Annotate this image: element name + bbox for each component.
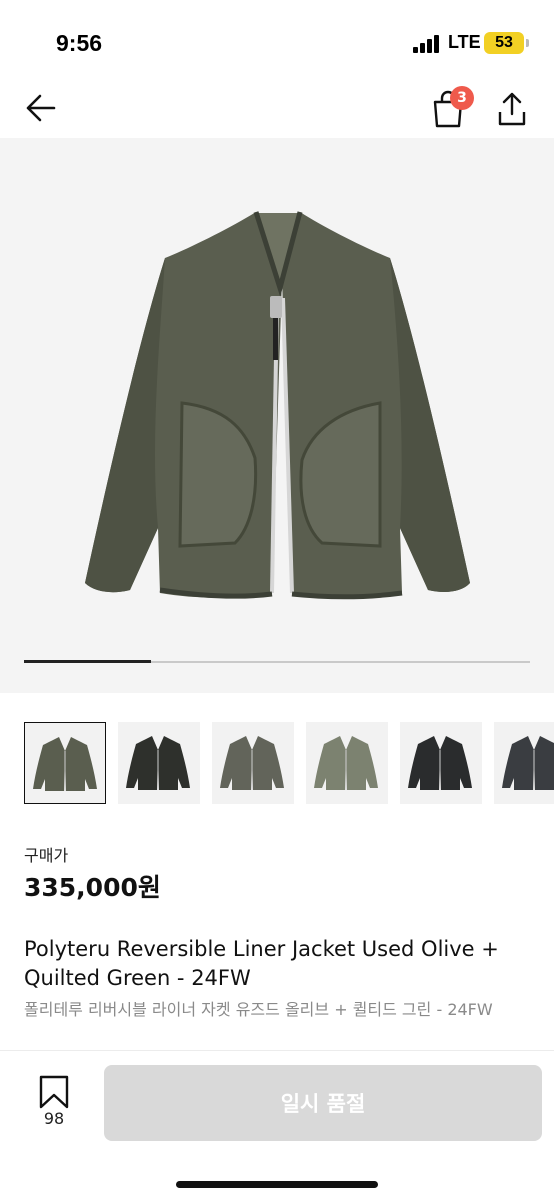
thumbnail-jacket-image — [408, 736, 472, 790]
home-indicator — [176, 1181, 378, 1188]
thumbnail-jacket-image — [33, 737, 97, 791]
thumbnail-2[interactable] — [118, 722, 200, 804]
bookmark-count: 98 — [43, 1109, 65, 1128]
price-label: 구매가 — [24, 846, 69, 865]
battery-level: 53 — [495, 34, 513, 51]
network-label: LTE — [448, 32, 481, 52]
price-value: 335,000원 — [24, 873, 161, 902]
gallery-progress-fill — [24, 660, 151, 663]
top-nav: 3 — [0, 78, 554, 138]
status-time: 9:56 — [56, 30, 103, 56]
thumbnail-jacket-image — [126, 736, 190, 790]
thumbnail-jacket-image — [314, 736, 378, 790]
status-bar: 9:56 LTE 53 — [0, 0, 554, 88]
product-image-gallery[interactable] — [0, 138, 554, 693]
gallery-progress-track — [24, 660, 530, 663]
battery-icon: 53 — [484, 32, 529, 54]
product-main-image — [85, 211, 470, 600]
signal-icon — [413, 35, 443, 53]
share-icon[interactable] — [492, 86, 532, 130]
thumbnail-1[interactable] — [24, 722, 106, 804]
thumbnail-jacket-image — [502, 736, 554, 790]
thumbnail-6[interactable] — [494, 722, 554, 804]
bottom-action-bar: 98 일시 품절 — [0, 1050, 554, 1201]
thumbnail-jacket-image — [220, 736, 284, 790]
thumbnail-4[interactable] — [306, 722, 388, 804]
thumbnail-5[interactable] — [400, 722, 482, 804]
thumbnail-3[interactable] — [212, 722, 294, 804]
product-title-ko: 폴리테루 리버시블 라이너 자켓 유즈드 올리브 + 퀼티드 그린 - 24FW — [24, 1000, 493, 1019]
sold-out-button[interactable]: 일시 품절 — [104, 1065, 542, 1141]
thumbnail-strip[interactable] — [0, 722, 554, 806]
product-title-en: Polyteru Reversible Liner Jacket Used Ol… — [24, 937, 499, 990]
back-arrow-icon[interactable] — [20, 88, 64, 128]
cart-count-badge: 3 — [450, 86, 474, 110]
